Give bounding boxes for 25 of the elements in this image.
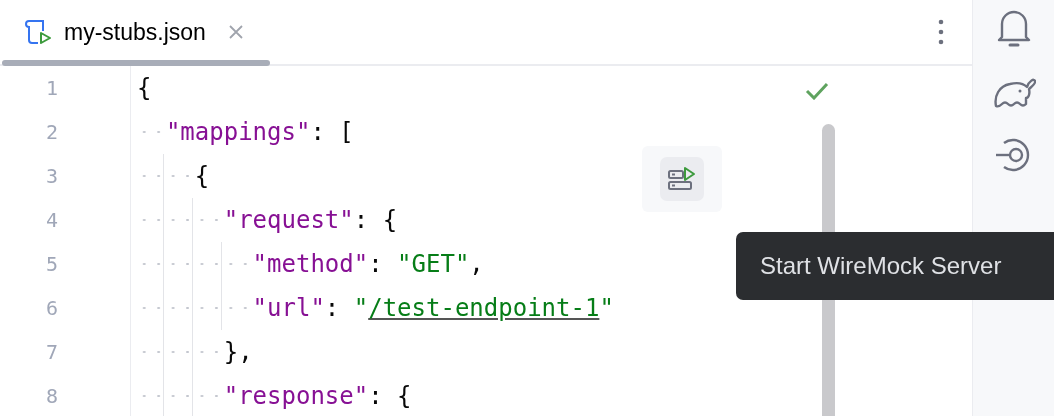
url-link[interactable]: /test-endpoint-1 bbox=[368, 294, 600, 322]
code-line: { bbox=[137, 74, 152, 102]
line-number: 2 bbox=[45, 120, 58, 144]
line-number: 7 bbox=[45, 340, 58, 364]
code-line: { bbox=[194, 162, 210, 190]
line-number: 8 bbox=[45, 384, 58, 408]
json-stub-icon bbox=[24, 18, 54, 46]
code-line: "response": { bbox=[223, 382, 412, 410]
line-number: 4 bbox=[45, 208, 58, 232]
server-play-icon bbox=[667, 166, 697, 192]
start-server-button[interactable] bbox=[660, 157, 704, 201]
close-icon[interactable] bbox=[227, 24, 244, 40]
line-number: 5 bbox=[45, 252, 58, 276]
line-number: 1 bbox=[45, 76, 58, 100]
code-line: "method": "GET", bbox=[252, 250, 484, 278]
code-line: }, bbox=[223, 338, 253, 366]
code-line: "url": "/test-endpoint-1" bbox=[252, 294, 614, 322]
checkmark-icon bbox=[805, 82, 829, 100]
code-line: "mappings": [ bbox=[165, 118, 354, 146]
tooltip-text: Start WireMock Server bbox=[760, 252, 1002, 280]
code-line: "request": { bbox=[223, 206, 398, 234]
line-number: 6 bbox=[45, 296, 58, 320]
more-options-icon[interactable] bbox=[938, 19, 944, 45]
file-tab[interactable]: my-stubs.json bbox=[0, 0, 270, 64]
line-number: 3 bbox=[45, 164, 58, 188]
